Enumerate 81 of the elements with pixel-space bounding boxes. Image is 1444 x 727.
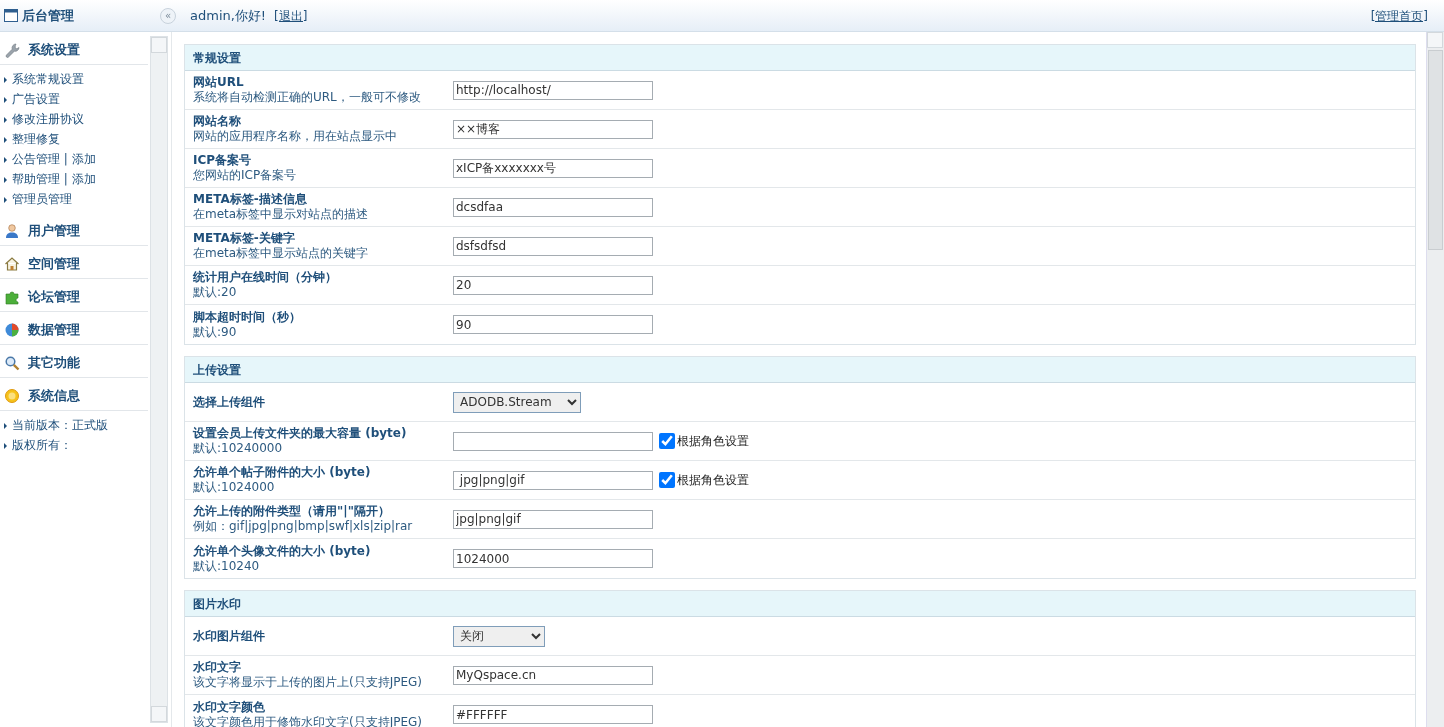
field-label: 水印图片组件 xyxy=(193,628,266,644)
input-field[interactable]: #FFFFFF xyxy=(453,705,653,724)
field-label: 允许上传的附件类型（请用"|"隔开） xyxy=(193,504,391,519)
input-field[interactable] xyxy=(453,431,653,451)
search-icon xyxy=(4,355,20,371)
sidebar-group-title[interactable]: 数据管理 xyxy=(28,320,80,340)
field-hint: 在meta标签中显示站点的关键字 xyxy=(193,246,370,261)
dropdown[interactable]: ADODB.Stream xyxy=(453,391,581,413)
field-hint: 例如：gif|jpg|png|bmp|swf|xls|zip|rar xyxy=(193,519,414,534)
sidebar-group-title[interactable]: 空间管理 xyxy=(28,254,80,274)
field-label: 允许单个帖子附件的大小 (byte) xyxy=(193,465,372,480)
sidebar-item[interactable]: 整理修复 xyxy=(0,129,148,149)
input-field[interactable]: 90 xyxy=(453,315,653,334)
user-icon xyxy=(4,223,20,239)
input-field[interactable]: jpg|png|gif xyxy=(453,509,653,529)
checkbox[interactable] xyxy=(659,433,675,449)
admin-home-link[interactable]: [管理首页] xyxy=(1370,8,1428,23)
sidebar-group-title[interactable]: 用户管理 xyxy=(28,221,80,241)
house-icon xyxy=(4,256,20,272)
puzzle-icon xyxy=(4,289,20,305)
input-field[interactable]: ××博客 xyxy=(453,119,653,139)
greeting-text: admin,你好! xyxy=(190,6,267,25)
sidebar-group-title[interactable]: 论坛管理 xyxy=(28,287,80,307)
sidebar-item[interactable]: 广告设置 xyxy=(0,89,148,109)
scroll-up-button[interactable] xyxy=(1427,32,1443,48)
sidebar-item[interactable]: 系统常规设置 xyxy=(0,69,148,89)
checkbox-label: 根据角色设置 xyxy=(677,472,749,489)
field-label: 水印文字颜色 xyxy=(193,699,266,715)
field-hint: 该文字颜色用于修饰水印文字(只支持JPEG) xyxy=(193,714,424,727)
sidebar-item[interactable]: 版权所有： xyxy=(0,435,148,455)
section-header: 图片水印 xyxy=(185,591,1415,617)
field-label: 网站名称 xyxy=(193,114,242,129)
field-hint: 网站的应用程序名称，用在站点显示中 xyxy=(193,129,398,144)
sidebar-item[interactable]: 当前版本：正式版 xyxy=(0,415,148,435)
sidebar-scrollbar[interactable] xyxy=(150,36,168,723)
field-label: 设置会员上传文件夹的最大容量 (byte) xyxy=(193,426,408,441)
wrench-icon xyxy=(4,42,20,58)
field-hint: 该文字将显示于上传的图片上(只支持JPEG) xyxy=(193,675,424,690)
sidebar-item[interactable]: 帮助管理 | 添加 xyxy=(0,169,148,189)
section-header: 上传设置 xyxy=(185,357,1415,383)
sidebar-group-title[interactable]: 系统信息 xyxy=(28,386,80,406)
field-label: ICP备案号 xyxy=(193,153,253,168)
input-field[interactable]: 20 xyxy=(453,275,653,295)
sidebar-group-title[interactable]: 其它功能 xyxy=(28,353,80,373)
field-hint: 默认:1024000 xyxy=(193,480,276,495)
dropdown[interactable]: 关闭 xyxy=(453,625,545,647)
input-field[interactable]: dsfsdfsd xyxy=(453,236,653,256)
field-label: 统计用户在线时间（分钟） xyxy=(193,270,338,285)
pie-chart-icon xyxy=(4,322,20,338)
input-field[interactable]: dcsdfaa xyxy=(453,197,653,217)
sidebar-item[interactable]: 管理员管理 xyxy=(0,189,148,209)
field-hint: 系统将自动检测正确的URL，一般可不修改 xyxy=(193,90,422,105)
field-label: 脚本超时时间（秒） xyxy=(193,309,302,325)
input-field[interactable]: jpg|png|gif xyxy=(453,470,653,490)
field-hint: 默认:20 xyxy=(193,285,238,300)
field-hint: 默认:90 xyxy=(193,324,238,340)
checkbox[interactable] xyxy=(659,472,675,488)
field-label: 水印文字 xyxy=(193,660,242,675)
field-label: META标签-关键字 xyxy=(193,231,296,246)
scrollbar-thumb[interactable] xyxy=(1428,50,1443,250)
field-label: 选择上传组件 xyxy=(193,394,266,410)
sidebar-item[interactable]: 公告管理 | 添加 xyxy=(0,149,148,169)
section-header: 常规设置 xyxy=(185,45,1415,71)
field-label: META标签-描述信息 xyxy=(193,192,308,207)
field-label: 网站URL xyxy=(193,75,245,90)
sun-icon xyxy=(4,388,20,404)
input-field[interactable]: MyQspace.cn xyxy=(453,665,653,685)
field-hint: 默认:10240 xyxy=(193,558,261,574)
field-hint: 在meta标签中显示对站点的描述 xyxy=(193,207,370,222)
window-icon xyxy=(4,9,18,22)
field-label: 允许单个头像文件的大小 (byte) xyxy=(193,543,372,559)
app-title: 后台管理 xyxy=(22,6,74,25)
logout-link[interactable]: [退出] xyxy=(274,6,308,25)
sidebar-item[interactable]: 修改注册协议 xyxy=(0,109,148,129)
input-field[interactable]: 1024000 xyxy=(453,549,653,568)
input-field[interactable]: http://localhost/ xyxy=(453,80,653,100)
checkbox-label: 根据角色设置 xyxy=(677,433,749,450)
input-field[interactable]: xICP备xxxxxxx号 xyxy=(453,158,653,178)
sidebar-group-title[interactable]: 系统设置 xyxy=(28,40,80,60)
field-hint: 默认:10240000 xyxy=(193,441,284,456)
field-hint: 您网站的ICP备案号 xyxy=(193,168,298,183)
